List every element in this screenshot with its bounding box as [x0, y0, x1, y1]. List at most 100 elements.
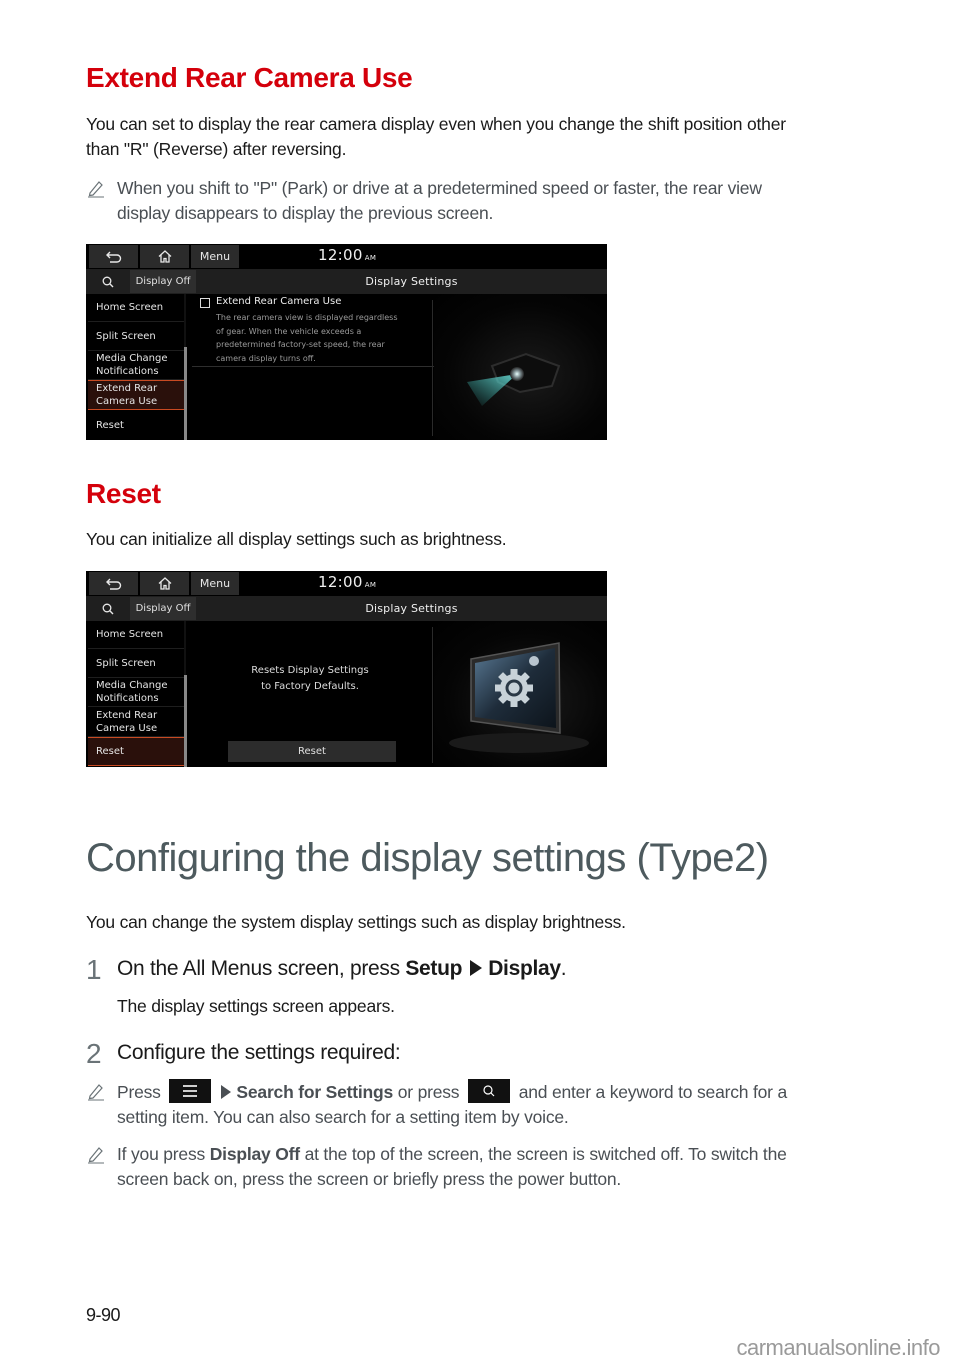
divider	[192, 366, 434, 367]
section-body: You can initialize all display settings …	[86, 529, 507, 549]
sidebar-item-split-screen[interactable]: Split Screen	[88, 649, 184, 678]
search-button[interactable]	[89, 270, 127, 293]
search-icon	[102, 603, 114, 614]
home-button[interactable]	[140, 572, 189, 595]
pencil-icon	[88, 1084, 104, 1101]
search-button[interactable]	[89, 597, 127, 620]
section-heading-reset: Reset	[86, 478, 161, 509]
step-text-prefix: On the All Menus screen, press	[117, 957, 406, 980]
step-1-result: The display settings screen appears.	[117, 996, 395, 1016]
home-button[interactable]	[140, 245, 189, 268]
display-settings-screen-reset: Menu 12:00 AM Display Off Display Setting…	[86, 571, 607, 767]
note-line: If you press Display Off at the top of t…	[117, 1142, 886, 1167]
menu-button[interactable]: Menu	[191, 572, 239, 595]
step-text-suffix: .	[560, 957, 567, 980]
sidebar-item-home-screen[interactable]: Home Screen	[88, 294, 184, 322]
sidebar-item-label: Media Change	[96, 680, 168, 691]
sidebar-item-extend-rear-camera-use[interactable]: Extend Rear Camera Use	[88, 380, 184, 410]
step-number: 2	[86, 1038, 102, 1069]
desc-line: predetermined factory-set speed, the rea…	[216, 340, 385, 349]
option-label[interactable]: Extend Rear Camera Use	[216, 296, 341, 307]
section-heading-extend-rear-camera: Extend Rear Camera Use	[86, 62, 413, 93]
sidebar-item-media-change-notifications[interactable]: Media Change Notifications	[88, 351, 184, 380]
body-line: You can set to display the rear camera d…	[86, 114, 786, 134]
sidebar-item-label: Media Change	[96, 353, 168, 364]
display-gear-illustration	[434, 621, 607, 767]
display-label: Display	[488, 957, 561, 980]
sidebar-item-reset[interactable]: Reset	[88, 410, 184, 440]
clock: 12:00 AM	[318, 573, 376, 591]
clock: 12:00 AM	[318, 246, 376, 264]
sidebar-item-label: Reset	[96, 746, 124, 757]
sub-bar: Display Off Display Settings	[86, 269, 607, 294]
note-line: Press Search for Settings or press and e…	[117, 1079, 886, 1105]
sidebar-item-label: Home Screen	[96, 629, 164, 640]
clock-time: 12:00	[318, 573, 363, 591]
screen-title: Display Settings	[365, 602, 458, 615]
triangle-arrow-icon	[221, 1085, 232, 1099]
search-icon	[102, 276, 114, 287]
sidebar-item-label: Split Screen	[96, 657, 156, 669]
step-number: 1	[86, 954, 102, 985]
sidebar-item-label: Camera Use	[96, 396, 158, 407]
home-icon	[158, 577, 171, 590]
sidebar-item-label: Extend Rear	[96, 709, 158, 721]
reset-button[interactable]: Reset	[228, 741, 396, 762]
display-settings-screen-extend-rear: Menu 12:00 AM Display Off Display Setting…	[86, 244, 607, 440]
step-text: Configure the settings required:	[117, 1041, 401, 1064]
scrollbar-thumb[interactable]	[184, 347, 187, 440]
sidebar-item-split-screen[interactable]: Split Screen	[88, 322, 184, 351]
note-line: When you shift to "P" (Park) or drive at…	[117, 178, 762, 198]
note-line: screen back on, press the screen or brie…	[117, 1169, 622, 1189]
note-text: Press	[117, 1082, 161, 1102]
back-button[interactable]	[89, 572, 138, 595]
settings-content: Extend Rear Camera Use The rear camera v…	[188, 294, 434, 440]
message-line: Resets Display Settings	[251, 665, 369, 676]
rear-camera-illustration	[434, 294, 607, 440]
back-arrow-icon	[105, 251, 121, 263]
note-line: display disappears to display the previo…	[117, 203, 494, 223]
display-off-button[interactable]: Display Off	[130, 597, 196, 620]
back-button[interactable]	[89, 245, 138, 268]
setup-label: Setup	[405, 957, 463, 980]
extend-rear-camera-checkbox[interactable]	[200, 298, 210, 308]
display-gear-icon	[449, 642, 589, 753]
sidebar-item-label: Reset	[96, 419, 124, 431]
note-line: setting item. You can also search for a …	[117, 1107, 569, 1127]
reset-message: Resets Display Settings to Factory Defau…	[188, 663, 432, 695]
settings-sidebar: Home Screen Split Screen Media Change Not…	[88, 621, 184, 767]
note-text: at the top of the screen, the screen is …	[299, 1144, 787, 1164]
back-arrow-icon	[105, 578, 121, 590]
sidebar-item-media-change-notifications[interactable]: Media Change Notifications	[88, 678, 184, 707]
sidebar-item-home-screen[interactable]: Home Screen	[88, 621, 184, 649]
pencil-icon	[88, 181, 104, 198]
sidebar-item-label: Split Screen	[96, 330, 156, 342]
clock-ampm: AM	[364, 254, 377, 262]
option-description: The rear camera view is displayed regard…	[216, 311, 431, 365]
triangle-arrow-icon	[470, 960, 483, 976]
desc-line: The rear camera view is displayed regard…	[216, 313, 398, 322]
note-search: Press Search for Settings or press and e…	[86, 1079, 886, 1130]
note: When you shift to "P" (Park) or drive at…	[86, 176, 886, 226]
clock-time: 12:00	[318, 246, 363, 264]
display-off-label: Display Off	[209, 1144, 300, 1164]
step-text: On the All Menus screen, press Setup Disp…	[117, 957, 567, 981]
section-heading-configuring: Configuring the display settings (Type2)	[86, 836, 769, 880]
divider	[432, 300, 433, 436]
sidebar-item-label: Home Screen	[96, 302, 164, 313]
scrollbar-thumb[interactable]	[184, 675, 187, 767]
clock-ampm: AM	[364, 581, 377, 589]
search-icon	[483, 1085, 495, 1097]
sidebar-item-label: Notifications	[96, 693, 159, 704]
page-number: 9-90	[86, 1305, 121, 1325]
note-display-off: If you press Display Off at the top of t…	[86, 1142, 886, 1192]
note-text: or press	[393, 1082, 460, 1102]
search-for-settings-label: Search for Settings	[236, 1082, 394, 1102]
sidebar-item-extend-rear-camera-use[interactable]: Extend Rear Camera Use	[88, 707, 184, 737]
display-off-button[interactable]: Display Off	[130, 270, 196, 293]
sidebar-item-reset[interactable]: Reset	[88, 737, 184, 766]
hamburger-menu-icon	[183, 1085, 198, 1097]
menu-button[interactable]: Menu	[191, 245, 239, 268]
settings-sidebar: Home Screen Split Screen Media Change Not…	[88, 294, 184, 440]
section-body: You can set to display the rear camera d…	[86, 112, 886, 162]
